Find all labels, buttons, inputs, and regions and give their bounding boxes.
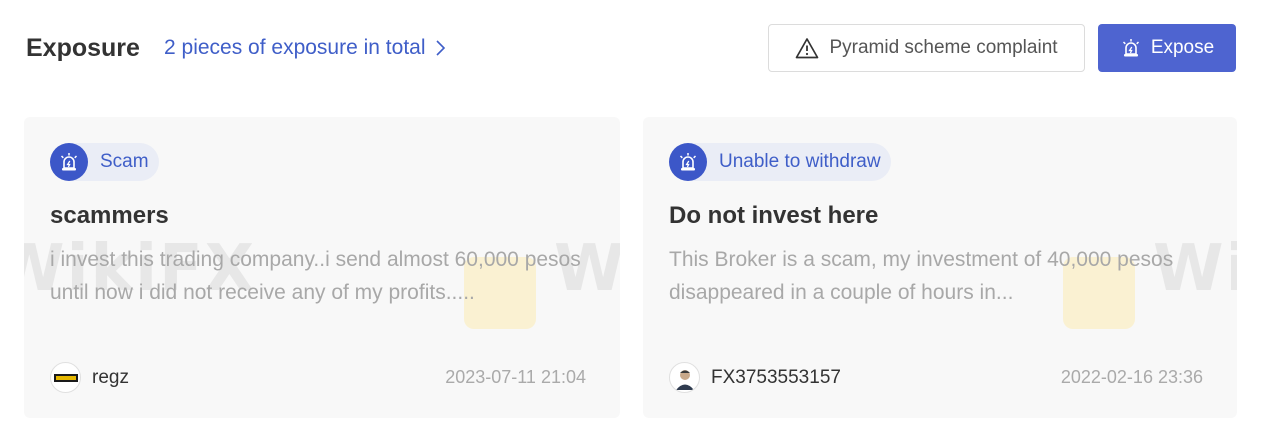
card-date: 2023-07-11 21:04 bbox=[445, 367, 586, 387]
alarm-icon bbox=[1122, 39, 1139, 57]
avatar bbox=[669, 362, 700, 393]
exposure-section: Exposure 2 pieces of exposure in total P… bbox=[0, 0, 1272, 444]
card-title: Do not invest here bbox=[669, 202, 879, 229]
warning-icon bbox=[796, 38, 819, 59]
expose-button[interactable]: Expose bbox=[1098, 24, 1236, 72]
expose-button-label: Expose bbox=[1150, 37, 1215, 58]
complaint-button-label: Pyramid scheme complaint bbox=[829, 37, 1058, 58]
exposure-card[interactable]: WikiFX WikiFX Scam scammers i invest thi… bbox=[24, 117, 620, 418]
card-excerpt: This Broker is a scam, my investment of … bbox=[669, 248, 1174, 304]
card-date: 2022-02-16 23:36 bbox=[1060, 367, 1203, 387]
author-name: FX3753553157 bbox=[711, 366, 841, 388]
card-title: scammers bbox=[50, 202, 169, 229]
avatar bbox=[50, 362, 81, 393]
card-author: regz bbox=[50, 362, 129, 393]
alarm-icon bbox=[50, 143, 88, 181]
chevron-right-icon bbox=[435, 40, 445, 56]
category-tag-label: Scam bbox=[100, 151, 149, 172]
section-title: Exposure bbox=[26, 34, 140, 62]
category-tag: Scam bbox=[50, 143, 159, 181]
pyramid-complaint-button[interactable]: Pyramid scheme complaint bbox=[768, 24, 1085, 72]
author-name: regz bbox=[92, 366, 129, 388]
card-author: FX3753553157 bbox=[669, 362, 841, 393]
total-exposure-label: 2 pieces of exposure in total bbox=[164, 36, 426, 59]
alarm-icon bbox=[669, 143, 707, 181]
total-exposure-link[interactable]: 2 pieces of exposure in total bbox=[164, 36, 446, 60]
exposure-card[interactable]: WikiFX Unable to withdraw Do not invest … bbox=[643, 117, 1237, 418]
card-excerpt: i invest this trading company..i send al… bbox=[50, 248, 581, 304]
category-tag-label: Unable to withdraw bbox=[719, 151, 881, 172]
category-tag: Unable to withdraw bbox=[669, 143, 891, 181]
exposure-header: Exposure 2 pieces of exposure in total P… bbox=[0, 0, 1272, 100]
